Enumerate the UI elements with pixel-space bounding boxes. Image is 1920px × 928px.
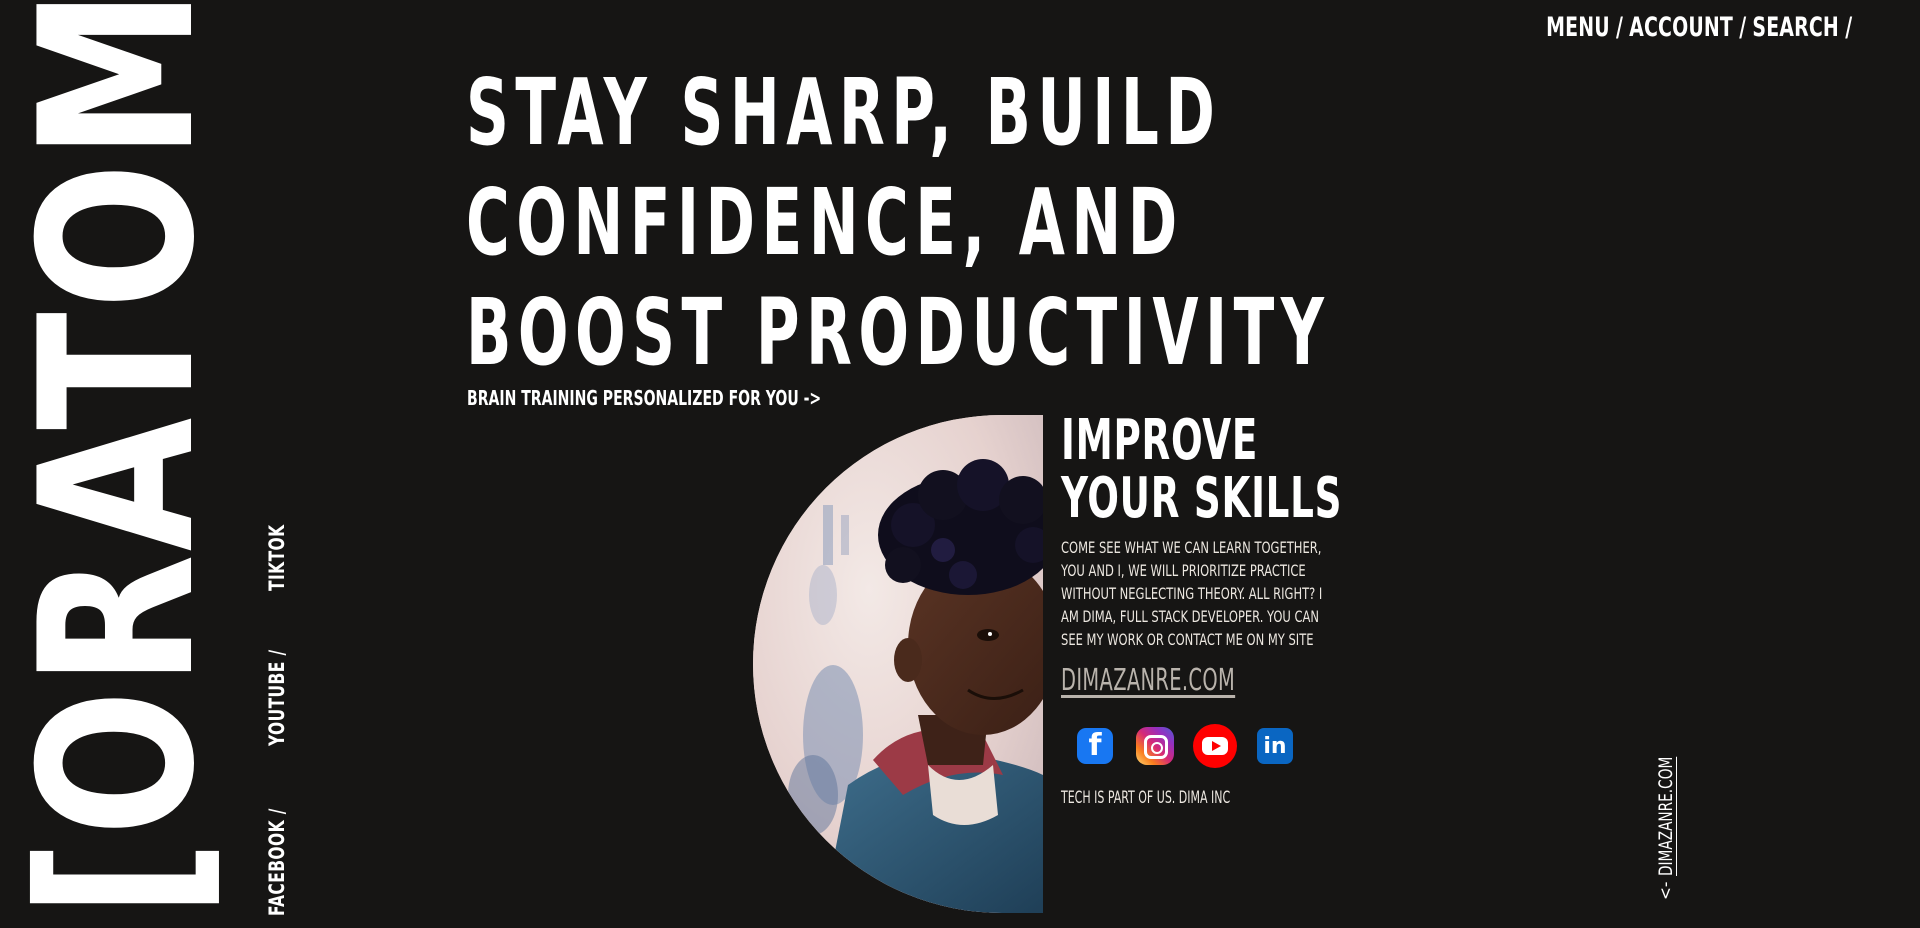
linkedin-icon[interactable]: in (1253, 724, 1297, 768)
website-link[interactable]: DIMAZANRE.COM (1061, 663, 1235, 698)
nav-separator: / (1738, 12, 1746, 43)
side-website-link[interactable]: <- DIMAZANRE.COM (1654, 730, 1678, 900)
brand-logo-text: [ORATOMIND] (0, 0, 241, 918)
page: [ORATOMIND] FACEBOOK / YOUTUBE / TIKTOK … (0, 0, 1920, 928)
social-links: FACEBOOK / YOUTUBE / TIKTOK (262, 516, 292, 916)
skills-title-line-1: IMPROVE (1061, 408, 1259, 473)
hero-heading: STAY SHARP, BUILD CONFIDENCE, AND BOOST … (466, 58, 1331, 388)
portrait-image (753, 415, 1043, 913)
social-link-facebook[interactable]: FACEBOOK / (265, 808, 289, 916)
nav-separator: / (1844, 12, 1852, 43)
nav-separator: / (1615, 12, 1623, 43)
skills-description: COME SEE WHAT WE CAN LEARN TOGETHER, YOU… (1061, 538, 1323, 649)
nav-search[interactable]: SEARCH (1752, 12, 1839, 43)
social-icons: f in (1073, 724, 1331, 768)
arrow-left-icon: <- (1656, 881, 1676, 900)
instagram-glyph (1136, 727, 1174, 765)
facebook-glyph: f (1077, 728, 1113, 764)
top-nav: MENU / ACCOUNT / SEARCH / (1458, 12, 1858, 43)
boy-illustration (753, 415, 1043, 913)
skills-card: IMPROVE YOUR SKILLS COME SEE WHAT WE CAN… (1061, 408, 1343, 809)
youtube-icon[interactable] (1193, 724, 1237, 768)
side-link-label: DIMAZANRE.COM (1655, 756, 1677, 876)
hero-line: CONFIDENCE, AND (466, 169, 1184, 276)
facebook-icon[interactable]: f (1073, 724, 1117, 768)
social-link-tiktok[interactable]: TIKTOK (265, 524, 289, 591)
skills-footer: TECH IS PART OF US. DIMA INC (1061, 788, 1231, 808)
hero-line: BOOST PRODUCTIVITY (466, 279, 1331, 386)
youtube-glyph (1193, 724, 1237, 768)
social-link-youtube[interactable]: YOUTUBE / (265, 650, 289, 747)
linkedin-glyph: in (1257, 728, 1293, 764)
instagram-icon[interactable] (1133, 724, 1177, 768)
skills-title-line-2: YOUR SKILLS (1061, 466, 1343, 531)
hero-subtitle-link[interactable]: BRAIN TRAINING PERSONALIZED FOR YOU -> (467, 386, 821, 410)
brand-logo[interactable]: [ORATOMIND] (0, 0, 241, 918)
hero-line: STAY SHARP, BUILD (466, 59, 1222, 166)
nav-menu[interactable]: MENU (1546, 12, 1610, 43)
nav-account[interactable]: ACCOUNT (1629, 12, 1733, 43)
